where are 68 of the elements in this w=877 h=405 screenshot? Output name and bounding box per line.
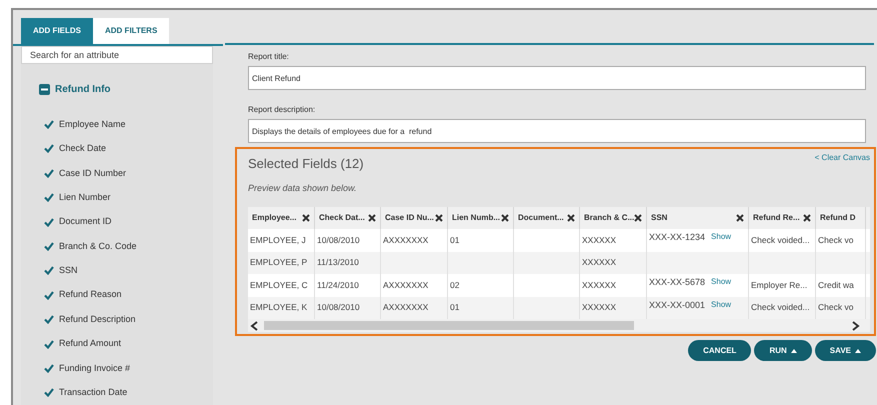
table-cell: EMPLOYEE, C — [250, 278, 308, 292]
table-cell: Check vo — [818, 234, 854, 247]
table-cell: 11/13/2010 — [317, 256, 359, 270]
table-cell: AXXXXXXX — [383, 278, 428, 292]
table-cell: EMPLOYEE, P — [250, 256, 308, 270]
field-item[interactable]: Document ID — [59, 215, 112, 229]
remove-icon[interactable] — [803, 214, 811, 222]
table-cell: 11/24/2010 — [317, 278, 359, 292]
table-cell: AXXXXXXX — [383, 301, 428, 314]
table-cell: Credit wa — [818, 278, 854, 292]
table-cell: 01 — [450, 301, 460, 314]
horizontal-scrollbar[interactable] — [248, 319, 870, 332]
panel-title: Selected Fields (12) — [248, 155, 364, 173]
remove-icon[interactable] — [634, 214, 642, 222]
remove-icon[interactable] — [567, 214, 575, 222]
action-button[interactable]: RUN — [754, 340, 812, 361]
action-button[interactable]: CANCEL — [688, 340, 752, 361]
field-item[interactable]: Funding Invoice # — [59, 362, 130, 376]
field-item[interactable]: Transaction Date — [59, 386, 128, 400]
show-link[interactable]: Show — [711, 276, 732, 288]
table-cell: XXXXXX — [582, 234, 616, 247]
table-cell: 01 — [450, 234, 460, 247]
field-label: Report title: — [248, 51, 290, 63]
table-cell-text: XXX-XX-0001 — [649, 298, 706, 312]
remove-icon[interactable] — [302, 214, 310, 222]
table-cell: AXXXXXXX — [383, 234, 428, 247]
report-description-field[interactable]: Displays the details of employees due for a refund — [248, 119, 866, 143]
field-label: Report description: — [248, 104, 316, 116]
table-cell: XXXXXX — [582, 256, 616, 270]
caret-icon — [855, 348, 861, 352]
caret-icon — [790, 348, 797, 352]
field-item[interactable]: Lien Number — [59, 190, 111, 204]
field-item[interactable]: Refund Description — [59, 312, 136, 326]
action-button[interactable]: SAVE — [814, 340, 876, 361]
remove-icon[interactable] — [501, 214, 509, 222]
field-item[interactable]: Refund Reason — [59, 288, 122, 302]
table-cell: EMPLOYEE, K — [250, 301, 308, 314]
table-cell: EMPLOYEE, J — [250, 234, 306, 247]
preview-note: Preview data shown below. — [248, 182, 358, 194]
report-title-field[interactable]: Client Refund — [248, 66, 866, 90]
table-cell: 10/08/2010 — [317, 301, 360, 314]
table-cell-text: XXX-XX-5678 — [649, 276, 706, 289]
table-cell: Check voided... — [751, 234, 810, 247]
table-cell-text: XXX-XX-1234 — [649, 231, 706, 244]
remove-icon[interactable] — [736, 214, 744, 222]
remove-icon[interactable] — [435, 214, 443, 222]
field-item[interactable]: Check Date — [59, 142, 106, 156]
search-field[interactable]: Search for an attribute — [21, 46, 213, 64]
group-title: Refund Info — [55, 83, 111, 98]
table-cell: 02 — [450, 278, 460, 292]
field-item[interactable]: SSN — [59, 264, 78, 278]
field-item[interactable]: Employee Name — [59, 118, 126, 132]
table-cell: Check voided... — [751, 301, 810, 314]
table-cell: 10/08/2010 — [317, 234, 360, 247]
field-item[interactable]: Case ID Number — [59, 166, 126, 180]
show-link[interactable]: Show — [711, 298, 732, 310]
table-cell: XXXXXX — [582, 301, 616, 314]
collapse-icon[interactable] — [39, 84, 50, 96]
tab[interactable]: ADD FILTERS — [93, 18, 170, 44]
tab[interactable]: ADD FIELDS — [21, 18, 93, 44]
table-cell: Check vo — [818, 301, 854, 314]
table-cell: Employer Re... — [751, 278, 808, 292]
field-item[interactable]: Refund Amount — [59, 337, 122, 351]
show-link[interactable]: Show — [711, 231, 732, 243]
remove-icon[interactable] — [368, 214, 376, 222]
field-item[interactable]: Branch & Co. Code — [59, 240, 137, 254]
clear-canvas-link[interactable]: < Clear Canvas — [814, 152, 870, 164]
table-cell: XXXXXX — [582, 278, 616, 292]
